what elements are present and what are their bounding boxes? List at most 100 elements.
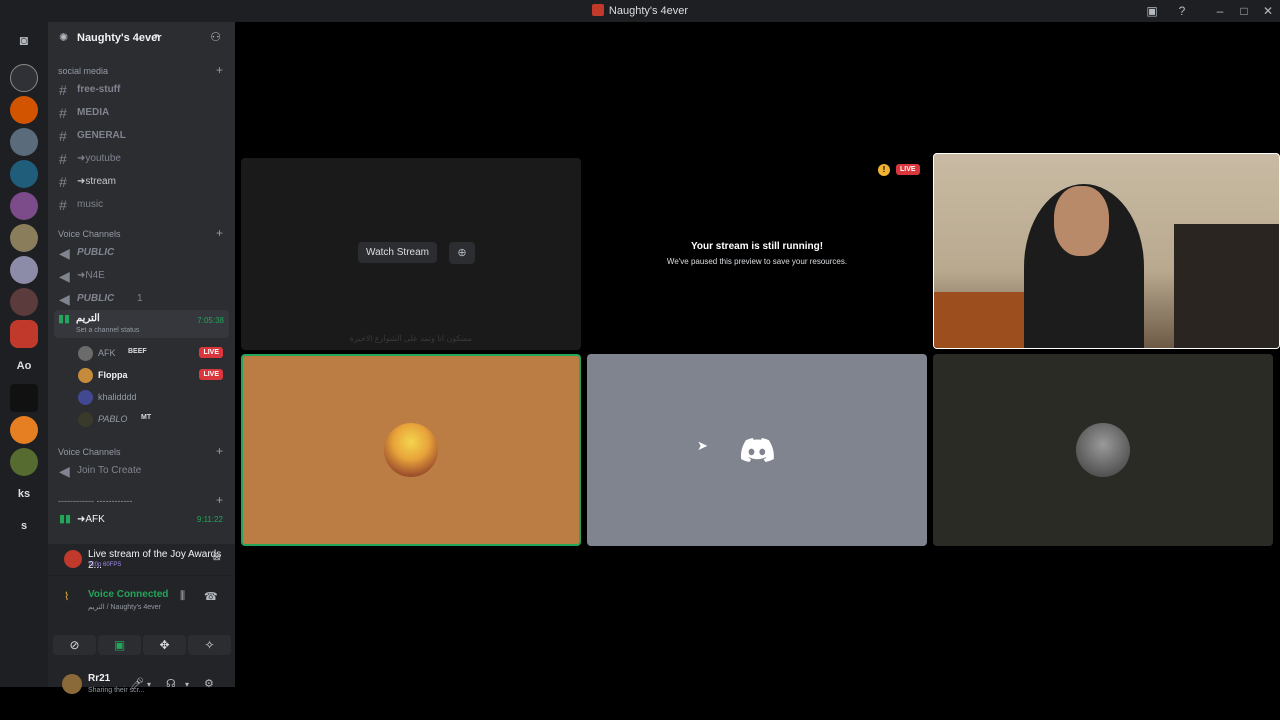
webcam-chair	[1174, 224, 1279, 348]
close-button[interactable]: ✕	[1260, 4, 1276, 18]
avatar	[78, 368, 93, 383]
headphones-icon[interactable]: ☊	[166, 677, 176, 690]
settings-gear-icon[interactable]: ⚙	[204, 677, 214, 690]
server-rail: ◙ Ao ks s	[0, 22, 48, 687]
title-bar: Naughty's 4ever ▣ ? – □ ✕	[0, 0, 1280, 22]
maximize-button[interactable]: □	[1236, 4, 1252, 18]
screen-share-button[interactable]: ▣	[98, 635, 141, 655]
add-channel-icon[interactable]: +	[216, 493, 223, 507]
participant-tile[interactable]	[933, 354, 1273, 546]
mouse-cursor-icon: ➤	[697, 438, 708, 453]
stream-running-heading: Your stream is still running!	[690, 241, 824, 252]
webcam-tile[interactable]	[933, 153, 1280, 349]
server-header[interactable]: ✺ Naughty's 4ever ▾ ⚇	[48, 22, 235, 54]
server-icon[interactable]	[10, 160, 38, 188]
speaker-icon: ◀	[59, 268, 70, 284]
channel-list: social media + # free-stuff # MEDIA # GENERA…	[48, 54, 235, 544]
avatar	[78, 412, 93, 427]
hash-icon: #	[59, 105, 67, 121]
minimize-button[interactable]: –	[1212, 4, 1228, 18]
hash-icon: #	[59, 151, 67, 167]
webcam-desk	[934, 292, 1024, 348]
camera-off-button[interactable]: ⊘	[53, 635, 96, 655]
user-panel: Live stream of the Joy Awards 2... 720p …	[48, 544, 235, 694]
voice-user[interactable]: PABLO MT	[48, 409, 235, 431]
avatar	[62, 674, 82, 694]
speaker-icon: ◀	[59, 291, 70, 307]
soundboard-button[interactable]: ✧	[188, 635, 231, 655]
voice-channel-active[interactable]: ▮▮ التريم Set a channel status 7:05:38	[54, 310, 229, 338]
server-icon[interactable]	[10, 256, 38, 284]
disconnect-icon[interactable]: ☎	[204, 590, 218, 603]
server-badge-icon: ✺	[59, 32, 69, 44]
avatar	[78, 390, 93, 405]
voice-channel-join-to-create[interactable]: ◀ Join To Create	[48, 460, 235, 482]
discord-home-icon[interactable]: ◙	[10, 26, 38, 54]
server-name: Naughty's 4ever	[77, 32, 162, 44]
voice-channel-afk[interactable]: ▮▮ ➜AFK 9:11:22	[48, 509, 235, 531]
server-icon[interactable]: Ao	[10, 352, 38, 380]
inbox-icon[interactable]: ▣	[1144, 4, 1160, 18]
add-channel-icon[interactable]: +	[216, 444, 223, 458]
noise-suppression-icon[interactable]: ⫼	[180, 590, 185, 603]
channel-media[interactable]: # MEDIA	[48, 102, 235, 124]
chevron-down-icon[interactable]: ▾	[147, 680, 151, 689]
popout-stream-icon[interactable]: ⊕	[449, 242, 475, 264]
server-icon[interactable]	[10, 448, 38, 476]
participant-tile-speaking[interactable]	[241, 354, 581, 546]
add-channel-icon[interactable]: +	[216, 63, 223, 77]
add-channel-icon[interactable]: +	[216, 226, 223, 240]
microphone-icon[interactable]: 🎤︎	[130, 677, 144, 690]
voice-user[interactable]: AFK BEEF LIVE	[48, 343, 235, 365]
speaker-icon: ◀	[59, 463, 70, 479]
participant-avatar	[384, 423, 438, 477]
voice-active-icon: ▮▮	[59, 513, 72, 525]
voice-channel-public-2[interactable]: ◀ PUBLIC 1	[48, 288, 235, 310]
watch-stream-button[interactable]: Watch Stream	[358, 242, 437, 263]
stop-stream-icon[interactable]: ⊠	[213, 552, 221, 563]
server-icon-active[interactable]	[10, 320, 38, 348]
discord-logo-icon	[740, 438, 774, 462]
participant-avatar	[1076, 423, 1130, 477]
channel-general[interactable]: # GENERAL	[48, 125, 235, 147]
hash-icon: #	[59, 82, 67, 98]
voice-user[interactable]: khalidddd	[48, 387, 235, 409]
signal-icon[interactable]: ⌇	[64, 590, 69, 603]
server-icon[interactable]	[10, 64, 38, 92]
chevron-down-icon[interactable]: ▾	[185, 680, 189, 689]
paused-preview-message: We've paused this preview to save your r…	[666, 257, 848, 266]
window-title: Naughty's 4ever	[0, 4, 1280, 17]
live-badge: LIVE	[896, 164, 920, 175]
activities-button[interactable]: ✥	[143, 635, 186, 655]
stream-caption: مسكون انا وتمد على الشوارع الاخيرة	[349, 334, 473, 343]
help-icon[interactable]: ?	[1174, 4, 1190, 18]
user-count: 1	[137, 293, 143, 304]
channel-youtube[interactable]: # ➜youtube	[48, 148, 235, 170]
voice-channel-n4e[interactable]: ◀ ➜N4E	[48, 265, 235, 287]
server-icon[interactable]: s	[10, 512, 38, 540]
server-icon[interactable]: ks	[10, 480, 38, 508]
own-stream-tile[interactable]: ! LIVE Your stream is still running! We'…	[587, 158, 927, 350]
server-icon[interactable]	[10, 128, 38, 156]
channel-stream[interactable]: # ➜stream	[48, 171, 235, 193]
channel-free-stuff[interactable]: # free-stuff	[48, 79, 235, 101]
server-icon[interactable]	[10, 288, 38, 316]
server-icon[interactable]	[10, 384, 38, 412]
voice-user[interactable]: Floppa LIVE	[48, 365, 235, 387]
warning-icon: !	[878, 164, 890, 176]
hash-icon: #	[59, 174, 67, 190]
stream-source-icon	[64, 550, 82, 568]
participant-tile[interactable]	[587, 354, 927, 546]
webcam-head	[1054, 186, 1109, 256]
stream-tile-paused[interactable]: Watch Stream ⊕ مسكون انا وتمد على الشوار…	[241, 158, 581, 350]
server-icon[interactable]	[10, 192, 38, 220]
server-icon[interactable]	[10, 224, 38, 252]
voice-channel-public[interactable]: ◀ PUBLIC	[48, 242, 235, 264]
server-icon[interactable]	[10, 96, 38, 124]
server-icon[interactable]	[10, 416, 38, 444]
channel-sidebar: ✺ Naughty's 4ever ▾ ⚇ social media + # fre…	[48, 22, 235, 694]
server-logo-icon	[591, 4, 604, 16]
invite-people-icon[interactable]: ⚇	[210, 30, 221, 44]
stream-card[interactable]: Live stream of the Joy Awards 2... 720p …	[48, 544, 235, 576]
channel-music[interactable]: # music	[48, 194, 235, 216]
